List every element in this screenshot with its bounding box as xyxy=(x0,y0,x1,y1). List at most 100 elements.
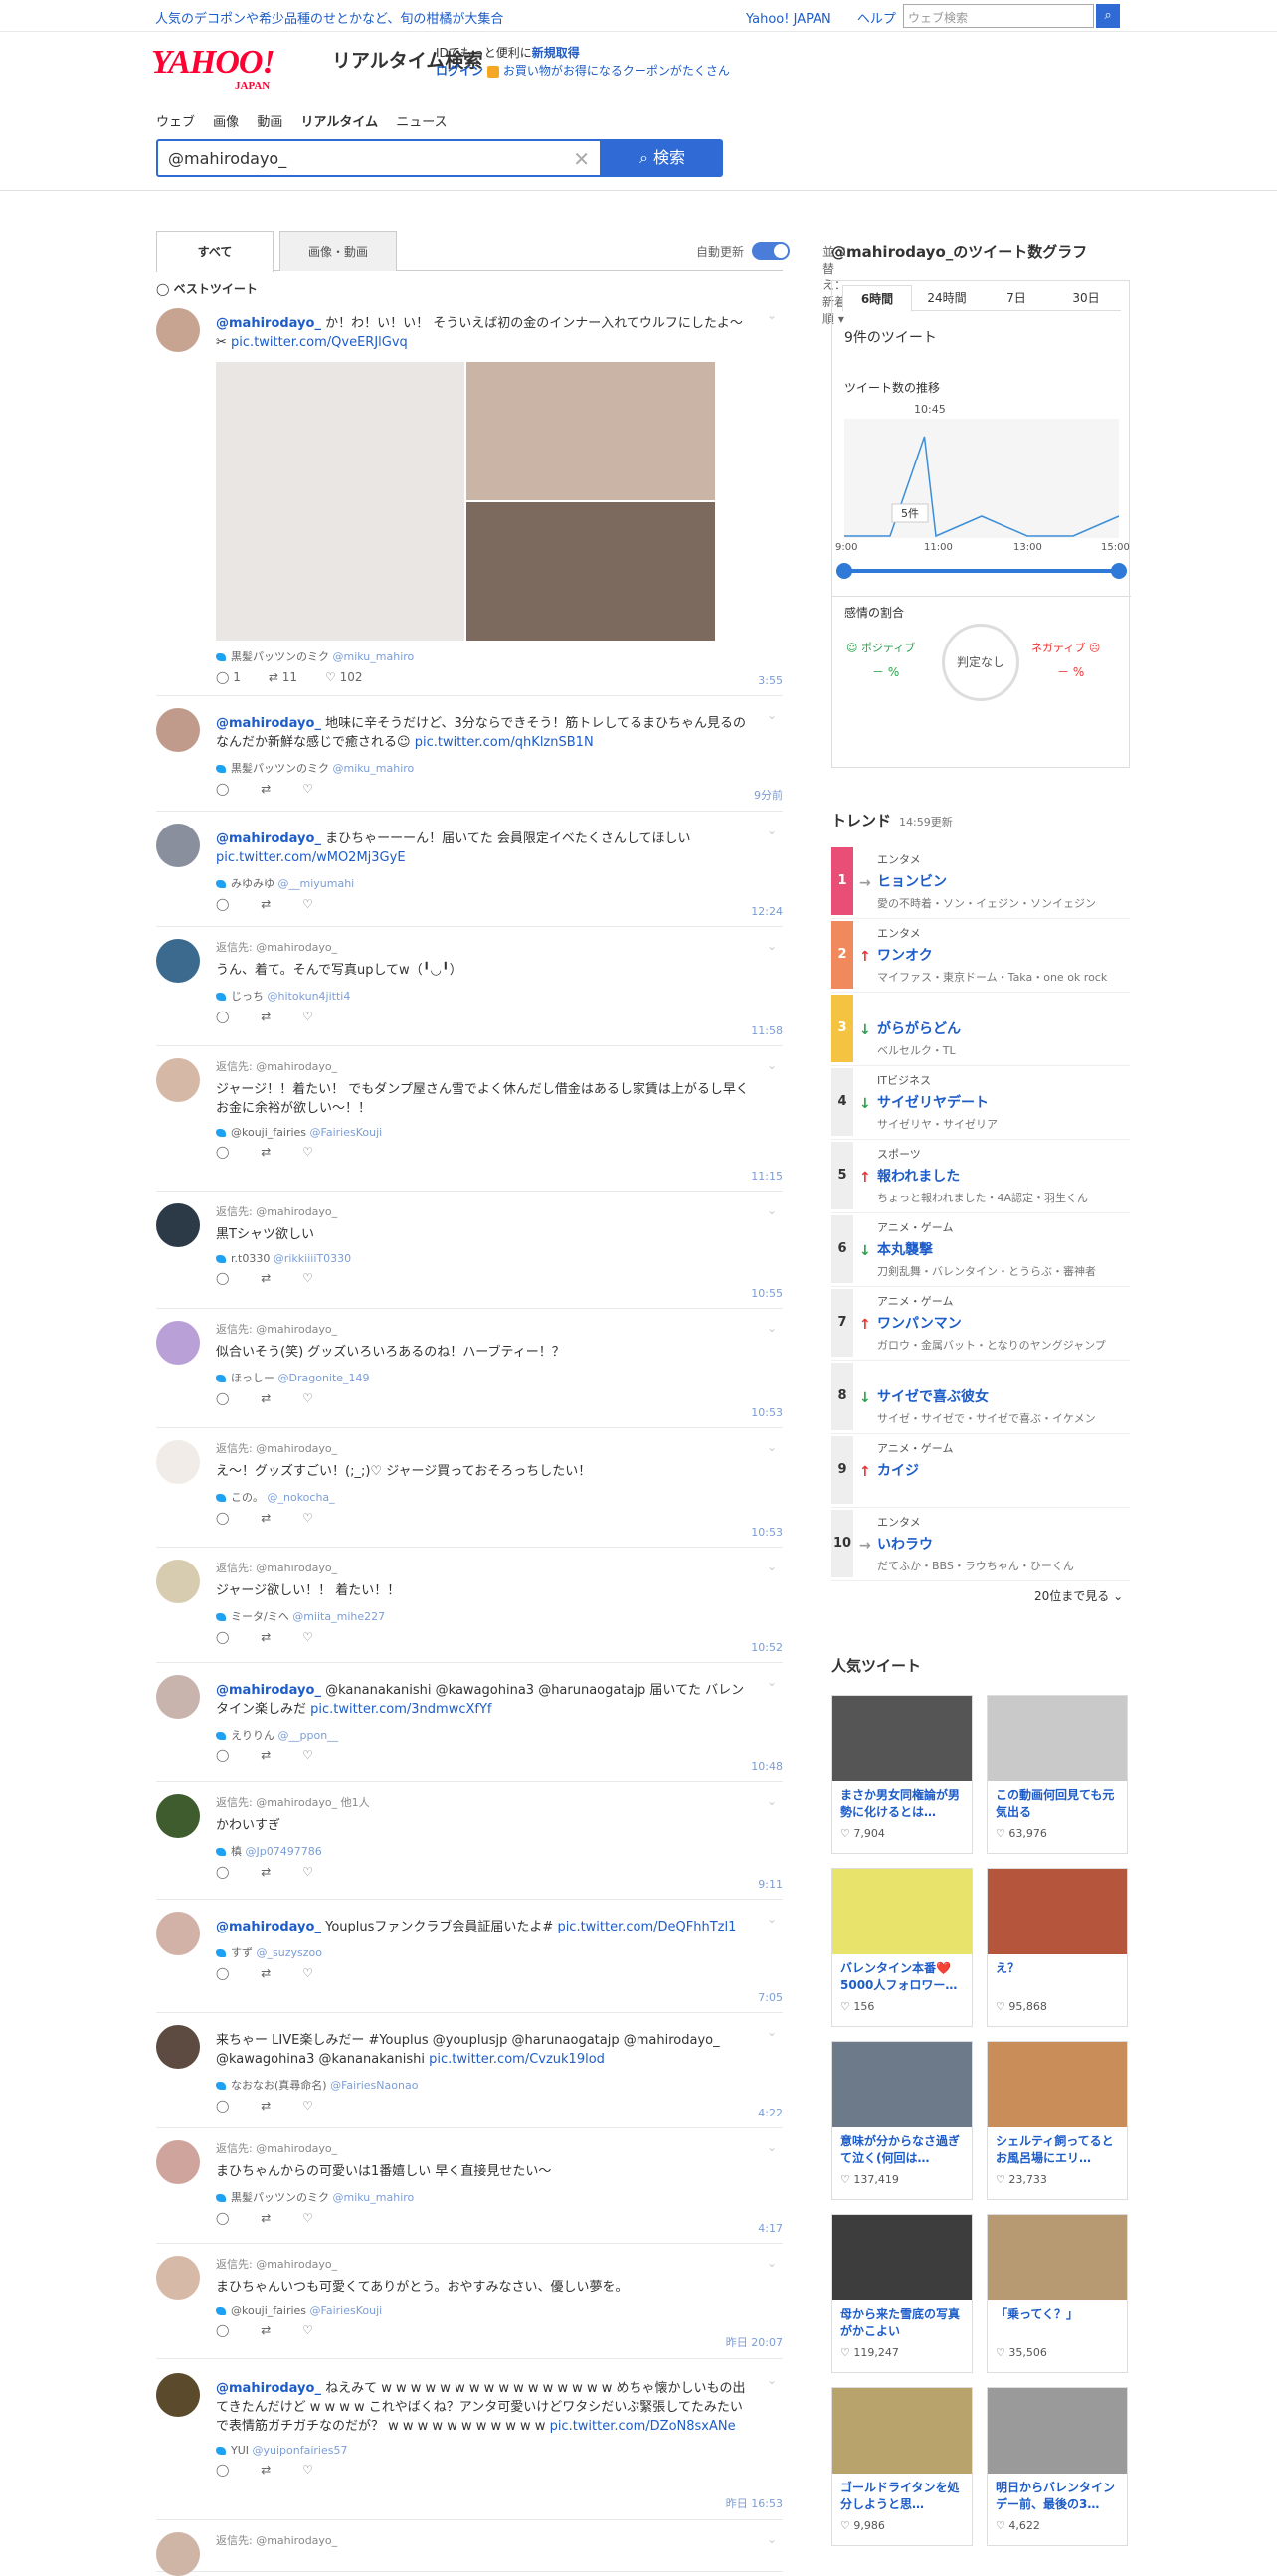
trend-item[interactable]: 4 ITビジネス ↓ サイゼリヤデート サイゼリヤ・サイゼリア xyxy=(831,1068,1130,1140)
popular-tweet-card[interactable]: シェルティ飼ってるとお風呂場にエリ… ♡ 23,733 xyxy=(987,2041,1128,2200)
tweet-user[interactable]: r.t0330 @rikkiiiiT0330 xyxy=(216,1252,753,1265)
like-icon[interactable]: ♡ xyxy=(302,2211,327,2225)
nav-image[interactable]: 画像 xyxy=(213,115,239,130)
user-avatar[interactable] xyxy=(156,1912,200,1955)
tweet-user[interactable]: なおなお(真尋命名) @FairiesNaonao xyxy=(216,2077,753,2093)
retweet-icon[interactable]: ⇄ xyxy=(261,1865,288,1879)
retweet-icon[interactable]: ⇄ xyxy=(261,1748,288,1762)
mention-link[interactable]: @mahirodayo_ xyxy=(216,1683,321,1698)
tweet-time[interactable]: 9分前 xyxy=(754,787,783,803)
tweet-time[interactable]: 10:53 xyxy=(751,1526,783,1539)
like-icon[interactable]: ♡ xyxy=(302,1391,327,1405)
graph-tab-6h[interactable]: 6時間 xyxy=(842,285,912,312)
tweet-user[interactable]: ミータ/ミヘ @miita_mihe227 xyxy=(216,1608,753,1624)
reply-icon[interactable]: ◯ xyxy=(216,1145,247,1159)
mention-link[interactable]: @mahirodayo_ xyxy=(216,2381,321,2396)
like-icon[interactable]: ♡ 102 xyxy=(325,670,376,684)
retweet-icon[interactable]: ⇄ xyxy=(261,2463,288,2477)
user-avatar[interactable] xyxy=(156,2025,200,2069)
user-avatar[interactable] xyxy=(156,708,200,752)
chevron-down-icon[interactable]: ⌄ xyxy=(767,1203,777,1217)
reply-icon[interactable]: ◯ xyxy=(216,1271,247,1285)
user-avatar[interactable] xyxy=(156,1794,200,1838)
tweet-time[interactable]: 3:55 xyxy=(758,674,783,687)
like-icon[interactable]: ♡ xyxy=(302,1630,327,1644)
search-input[interactable]: @mahirodayo_ ✕ xyxy=(156,139,602,177)
tweet-time[interactable]: 4:22 xyxy=(758,2107,783,2119)
tweet-time[interactable]: 10:48 xyxy=(751,1760,783,1773)
user-avatar[interactable] xyxy=(156,1058,200,1102)
reply-icon[interactable]: ◯ xyxy=(216,1865,247,1879)
like-icon[interactable]: ♡ xyxy=(302,1966,327,1980)
popular-tweet-card[interactable]: え？ ♡ 95,868 xyxy=(987,1868,1128,2027)
chevron-down-icon[interactable]: ⌄ xyxy=(767,1440,777,1454)
pic-link[interactable]: pic.twitter.com/DZoN8sxANe xyxy=(550,2419,736,2434)
chevron-down-icon[interactable]: ⌄ xyxy=(767,708,777,722)
tweet-time[interactable]: 7:05 xyxy=(758,1991,783,2004)
web-search-button[interactable]: ⌕ xyxy=(1096,4,1120,28)
tweet-user[interactable]: 黒髪パッツンのミク @miku_mahiro xyxy=(216,760,753,776)
mention-link[interactable]: @mahirodayo_ xyxy=(216,831,321,846)
tweet-time[interactable]: 10:53 xyxy=(751,1406,783,1419)
graph-tab-30d[interactable]: 30日 xyxy=(1051,285,1121,311)
promo-link[interactable]: 人気のデコポンや希少品種のせとかなど、旬の柑橘が大集合 xyxy=(155,8,503,27)
popular-tweet-card[interactable]: 「乗ってく？」 ♡ 35,506 xyxy=(987,2214,1128,2373)
popular-tweet-card[interactable]: この動画何回見ても元気出る ♡ 63,976 xyxy=(987,1695,1128,1854)
pic-link[interactable]: pic.twitter.com/3ndmwcXfYf xyxy=(310,1702,491,1717)
tweet-user[interactable]: 黒髪パッツンのミク @miku_mahiro xyxy=(216,2189,753,2205)
tweet-user[interactable]: 槙 @Jp07497786 xyxy=(216,1843,753,1859)
tweet-user[interactable]: YUI @yuiponfairies57 xyxy=(216,2444,753,2457)
user-avatar[interactable] xyxy=(156,308,200,352)
tweet-time[interactable]: 11:15 xyxy=(751,1170,783,1183)
trend-item[interactable]: 10 エンタメ → いわラウ だてふか・BBS・ラウちゃん・ひーくん xyxy=(831,1510,1130,1581)
retweet-icon[interactable]: ⇄ xyxy=(261,2323,288,2337)
clear-icon[interactable]: ✕ xyxy=(573,147,590,171)
retweet-icon[interactable]: ⇄ 11 xyxy=(269,670,311,684)
nav-video[interactable]: 動画 xyxy=(257,115,282,130)
reply-icon[interactable]: ◯ xyxy=(216,1391,247,1405)
reply-icon[interactable]: ◯ xyxy=(216,897,247,911)
tweet-user[interactable]: @kouji_fairies @FairiesKouji xyxy=(216,2304,753,2317)
trend-item[interactable]: 5 スポーツ ↑ 報われました ちょっと報われました・4A認定・羽生くん xyxy=(831,1142,1130,1213)
user-avatar[interactable] xyxy=(156,2140,200,2184)
reply-icon[interactable]: ◯ 1 xyxy=(216,670,255,684)
tweet-image[interactable] xyxy=(216,362,464,641)
chevron-down-icon[interactable]: ⌄ xyxy=(767,1675,777,1689)
chevron-down-icon[interactable]: ⌄ xyxy=(767,1560,777,1573)
like-icon[interactable]: ♡ xyxy=(302,1010,327,1023)
nav-news[interactable]: ニュース xyxy=(396,115,447,130)
chevron-down-icon[interactable]: ⌄ xyxy=(767,1912,777,1926)
graph-tab-24h[interactable]: 24時間 xyxy=(912,285,982,311)
search-button[interactable]: ⌕ 検索 xyxy=(602,139,723,177)
tweet-user[interactable]: @kouji_fairies @FairiesKouji xyxy=(216,1126,753,1139)
graph-tab-7d[interactable]: 7日 xyxy=(982,285,1051,311)
tweet-user[interactable]: みゆみゆ @__miyumahi xyxy=(216,875,753,891)
retweet-icon[interactable]: ⇄ xyxy=(261,782,288,796)
popular-tweet-card[interactable]: 意味が分からなさ過ぎて泣く(何回は… ♡ 137,419 xyxy=(831,2041,973,2200)
time-range-slider[interactable] xyxy=(844,569,1119,573)
retweet-icon[interactable]: ⇄ xyxy=(261,1630,288,1644)
tweet-time[interactable]: 4:17 xyxy=(758,2222,783,2235)
retweet-icon[interactable]: ⇄ xyxy=(261,1391,288,1405)
retweet-icon[interactable]: ⇄ xyxy=(261,1511,288,1525)
reply-icon[interactable]: ◯ xyxy=(216,1630,247,1644)
trend-item[interactable]: 3 ↓ がらがらどん ベルセルク・TL xyxy=(831,995,1130,1066)
pic-link[interactable]: pic.twitter.com/QveERJlGvq xyxy=(231,335,408,350)
chevron-down-icon[interactable]: ⌄ xyxy=(767,2373,777,2387)
user-avatar[interactable] xyxy=(156,2373,200,2417)
like-icon[interactable]: ♡ xyxy=(302,1511,327,1525)
chevron-down-icon[interactable]: ⌄ xyxy=(767,1794,777,1808)
show-more-trends[interactable]: 20位まで見る ⌄ xyxy=(1034,1587,1123,1604)
user-avatar[interactable] xyxy=(156,2256,200,2300)
reply-icon[interactable]: ◯ xyxy=(216,782,247,796)
trend-item[interactable]: 9 アニメ・ゲーム ↑ カイジ xyxy=(831,1436,1130,1508)
user-avatar[interactable] xyxy=(156,1675,200,1719)
chevron-down-icon[interactable]: ⌄ xyxy=(767,1058,777,1072)
chevron-down-icon[interactable]: ⌄ xyxy=(767,2256,777,2270)
user-avatar[interactable] xyxy=(156,939,200,983)
chevron-down-icon[interactable]: ⌄ xyxy=(767,308,777,322)
trend-item[interactable]: 6 アニメ・ゲーム ↓ 本丸襲撃 刀剣乱舞・バレンタイン・とうらぶ・審神者 xyxy=(831,1215,1130,1287)
slider-handle-right[interactable] xyxy=(1111,563,1127,579)
chevron-down-icon[interactable]: ⌄ xyxy=(767,939,777,953)
nav-realtime[interactable]: リアルタイム xyxy=(300,115,378,130)
